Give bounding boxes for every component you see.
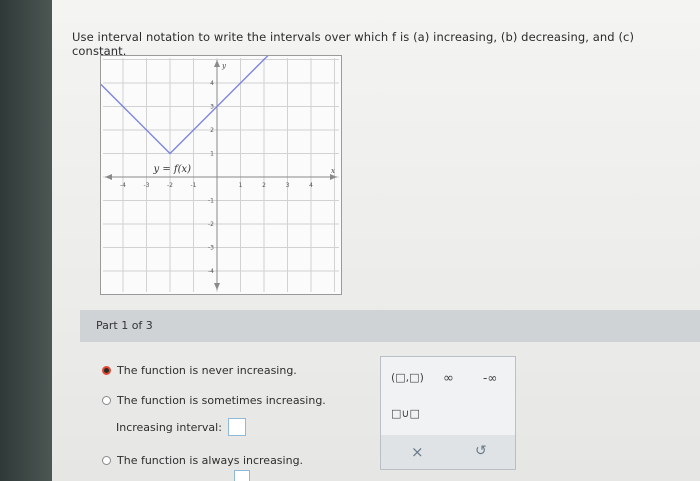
option-sometimes-increasing-label: The function is sometimes increasing.: [117, 394, 326, 407]
increasing-interval-label: Increasing interval:: [116, 420, 222, 434]
option-always-increasing[interactable]: The function is always increasing.: [102, 454, 303, 467]
option-never-increasing-label: The function is never increasing.: [117, 364, 297, 377]
x-tick-label: -4: [120, 182, 126, 189]
y-axis-label: y: [221, 62, 227, 70]
option-sometimes-increasing[interactable]: The function is sometimes increasing.: [102, 394, 326, 407]
y-tick-label: 2: [210, 127, 214, 134]
x-axis-label: x: [331, 167, 335, 175]
option-always-increasing-label: The function is always increasing.: [117, 454, 304, 467]
x-tick-label: 2: [262, 182, 266, 189]
radio-never-increasing[interactable]: [102, 366, 111, 375]
function-line: [101, 56, 269, 155]
graph-svg: -4 -3 -2 -1 1 2 3 44321-1-2-3-4xyy = f(x): [101, 56, 339, 292]
x-tick-label: 4: [309, 182, 313, 189]
option-never-increasing[interactable]: The function is never increasing.: [102, 364, 297, 377]
x-tick-label: 3: [286, 182, 290, 189]
x-axis-arrow-left: [105, 174, 112, 180]
function-graph: -4 -3 -2 -1 1 2 3 4 4 3 2 1 -1 -2 -3 -4 x y y = f(x): [100, 55, 342, 295]
x-tick-label: -2: [167, 182, 173, 189]
x-tick-label: 1: [239, 182, 243, 189]
y-axis-arrow-down: [214, 283, 220, 290]
radio-sometimes-increasing[interactable]: [102, 396, 111, 405]
interval-button[interactable]: (□,□): [391, 371, 424, 384]
x-tick-label: -3: [144, 182, 150, 189]
x-tick-label: -1: [191, 182, 197, 189]
question-page: Use interval notation to write the inter…: [52, 0, 700, 481]
y-axis-arrow-up: [214, 60, 220, 67]
infinity-button[interactable]: ∞: [443, 371, 454, 386]
y-tick-label: -2: [208, 221, 214, 228]
function-label: y = f(x): [153, 164, 192, 175]
math-palette: (□,□) ∞ -∞ □∪□ × ↺: [380, 356, 516, 470]
y-tick-label: 1: [210, 151, 214, 158]
y-tick-label: -4: [208, 268, 214, 275]
y-tick-label: 4: [210, 80, 214, 87]
y-tick-label: -1: [208, 198, 214, 205]
increasing-interval-input[interactable]: [227, 418, 246, 436]
increasing-interval-row: Increasing interval:: [116, 418, 246, 436]
left-background-strip: [0, 0, 52, 481]
union-button[interactable]: □∪□: [391, 407, 420, 420]
palette-bottom-bar: × ↺: [381, 435, 515, 469]
partial-answer-box[interactable]: [234, 470, 250, 481]
part-label: Part 1 of 3: [96, 319, 153, 332]
negative-infinity-button[interactable]: -∞: [483, 371, 497, 385]
undo-icon[interactable]: ↺: [475, 443, 487, 459]
y-tick-label: -3: [208, 245, 214, 252]
clear-icon[interactable]: ×: [411, 443, 424, 461]
radio-always-increasing[interactable]: [102, 456, 111, 465]
part-header-bar: Part 1 of 3: [80, 310, 700, 342]
question-text: Use interval notation to write the inter…: [72, 30, 635, 58]
